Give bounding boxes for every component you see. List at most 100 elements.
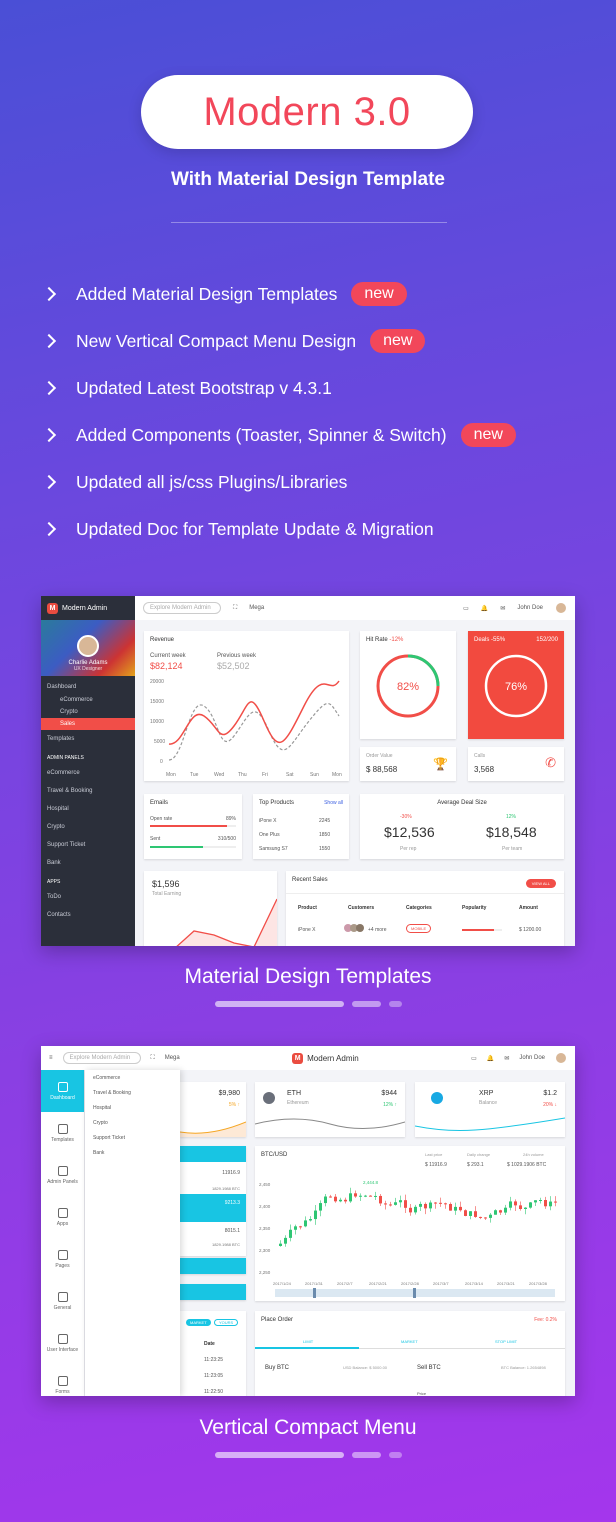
- yours-tab[interactable]: YOURS: [214, 1319, 239, 1326]
- candle-body: [459, 1206, 462, 1211]
- slider-dots[interactable]: [215, 1001, 402, 1007]
- avatar[interactable]: [555, 1052, 567, 1064]
- hero-divider: [171, 222, 447, 223]
- bell-icon[interactable]: 🔔: [487, 1055, 494, 1062]
- menu-sales[interactable]: Sales: [41, 718, 135, 730]
- candle-body: [484, 1217, 487, 1219]
- candle-body: [414, 1206, 417, 1213]
- open-rate-bar: [150, 825, 236, 827]
- menu-item[interactable]: Crypto: [41, 818, 135, 836]
- y-tick: 15000: [150, 699, 164, 705]
- chevron-right-icon: [41, 427, 57, 443]
- flag-icon[interactable]: ▭: [463, 605, 469, 612]
- feature-text: Updated all js/css Plugins/Libraries: [76, 471, 348, 492]
- xrp-card: XRP Balance $1.2 20% ↓: [415, 1082, 565, 1137]
- deals-ring: 76%: [484, 654, 548, 718]
- candlestick-chart: 2,450 2,400 2,350 2,300 2,250 2,444.8 20…: [259, 1180, 557, 1298]
- brand: M Modern Admin: [41, 596, 135, 620]
- flyout-item[interactable]: Travel & Booking: [85, 1085, 180, 1100]
- show-all-link[interactable]: Show all: [324, 800, 343, 806]
- menu-crypto[interactable]: Crypto: [41, 706, 135, 718]
- candle-body: [454, 1206, 457, 1211]
- ripple-icon: [431, 1092, 443, 1104]
- menu-item[interactable]: Contacts: [41, 906, 135, 924]
- logo-icon: M: [47, 602, 58, 614]
- candle-body: [359, 1195, 362, 1197]
- flag-icon[interactable]: ▭: [471, 1055, 477, 1062]
- slider-handle[interactable]: [413, 1288, 416, 1298]
- avatar[interactable]: [555, 602, 567, 614]
- new-badge: new: [370, 329, 426, 353]
- candle-body: [349, 1193, 352, 1202]
- candle-body: [479, 1216, 482, 1218]
- y-tick: 2,250: [259, 1270, 271, 1275]
- mail-icon[interactable]: ✉: [500, 605, 505, 612]
- candle-body: [334, 1196, 337, 1202]
- flyout-item[interactable]: Support Ticket: [85, 1130, 180, 1145]
- menu-item[interactable]: Hospital: [41, 800, 135, 818]
- y-tick: 2,300: [259, 1248, 271, 1253]
- menu-item[interactable]: Bank: [41, 854, 135, 872]
- rail-dashboard[interactable]: Dashboard: [41, 1070, 84, 1112]
- bell-icon[interactable]: 🔔: [481, 605, 488, 612]
- menu-item[interactable]: ToDo: [41, 888, 135, 906]
- mega-menu[interactable]: Mega: [249, 605, 264, 611]
- vertical-compact-screenshot: ≡ Explore Modern Admin ⛶ Mega M Modern Ad…: [41, 1046, 575, 1396]
- slider-handle[interactable]: [313, 1288, 316, 1298]
- rail-admin-panels[interactable]: Admin Panels: [41, 1154, 84, 1196]
- rail-forms[interactable]: Forms: [41, 1364, 84, 1396]
- top-user-name[interactable]: John Doe: [517, 605, 543, 611]
- recent-sales-card: Recent Sales VIEW ALL Product Customers …: [286, 871, 564, 946]
- menu-ecommerce[interactable]: eCommerce: [41, 694, 135, 706]
- previous-week-value: $52,502: [217, 661, 250, 671]
- market-tab[interactable]: MARKET: [401, 1339, 418, 1344]
- average-deal-card: Average Deal Size -30% $12,536 Per rep 1…: [360, 794, 564, 859]
- mega-menu[interactable]: Mega: [165, 1055, 180, 1061]
- menu-item[interactable]: eCommerce: [41, 764, 135, 782]
- top-user-name[interactable]: John Doe: [519, 1055, 545, 1061]
- y-tick: 20000: [150, 679, 164, 685]
- flyout-item[interactable]: Crypto: [85, 1115, 180, 1130]
- rail-apps[interactable]: Apps: [41, 1196, 84, 1238]
- candle-body: [449, 1203, 452, 1211]
- flyout-item[interactable]: eCommerce: [85, 1070, 180, 1085]
- search-input[interactable]: Explore Modern Admin: [62, 1052, 141, 1064]
- x-tick: Tue: [190, 772, 199, 778]
- search-input[interactable]: Explore Modern Admin: [143, 602, 221, 614]
- rail-templates[interactable]: Templates: [41, 1112, 84, 1154]
- flyout-item[interactable]: Hospital: [85, 1100, 180, 1115]
- ethereum-icon: [263, 1092, 275, 1104]
- menu-item[interactable]: Travel & Booking: [41, 782, 135, 800]
- rail-pages[interactable]: Pages: [41, 1238, 84, 1280]
- expand-icon[interactable]: ⛶: [233, 605, 237, 612]
- previous-week-label: Previous week: [217, 653, 257, 659]
- x-tick: Fri: [262, 772, 268, 778]
- market-tab[interactable]: MARKET: [186, 1319, 211, 1326]
- current-week-value: $82,124: [150, 661, 183, 671]
- slider-dots[interactable]: [215, 1452, 402, 1458]
- calls-card: Calls 3,568 ✆: [468, 747, 564, 781]
- expand-icon[interactable]: ⛶: [151, 1055, 155, 1062]
- apps-icon: [57, 1207, 68, 1218]
- trophy-icon: 🏆: [433, 757, 448, 771]
- x-tick: Mon: [166, 772, 176, 778]
- flyout-item[interactable]: Bank: [85, 1145, 180, 1160]
- stop-limit-tab[interactable]: STOP LIMIT: [495, 1339, 517, 1344]
- view-all-button[interactable]: VIEW ALL: [525, 879, 556, 888]
- rail-general[interactable]: General: [41, 1280, 84, 1322]
- x-tick: Thu: [238, 772, 247, 778]
- templates-icon: [57, 1123, 68, 1134]
- cyan-bar: [180, 1284, 246, 1300]
- rail-user-interface[interactable]: User Interface: [41, 1322, 84, 1364]
- menu-dashboard[interactable]: Dashboard: [41, 680, 135, 694]
- emails-card: Emails Open rate 89% Sent 310/500: [144, 794, 242, 859]
- user-role: UX Designer: [73, 666, 103, 672]
- customer-avatars: [344, 924, 364, 932]
- candle-body: [534, 1200, 537, 1203]
- deals-value: 76%: [505, 681, 527, 693]
- menu-item[interactable]: Support Ticket: [41, 836, 135, 854]
- limit-tab[interactable]: LIMIT: [303, 1339, 313, 1344]
- menu-templates[interactable]: Templates: [41, 730, 135, 748]
- mail-icon[interactable]: ✉: [504, 1055, 509, 1062]
- hamburger-icon[interactable]: ≡: [49, 1055, 53, 1061]
